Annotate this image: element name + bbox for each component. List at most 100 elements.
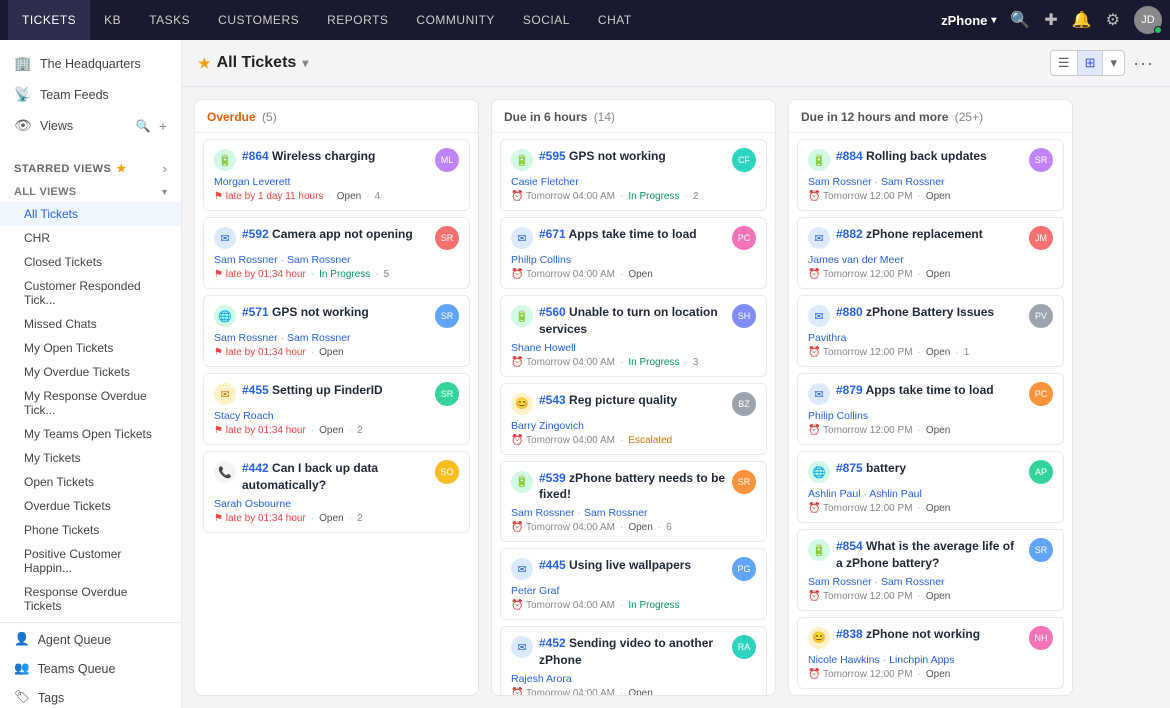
table-row[interactable]: 😊 #838 zPhone not working NH Nicole Hawk… [797, 617, 1064, 689]
notifications-icon[interactable]: 🔔 [1072, 10, 1092, 30]
table-row[interactable]: 🔋 #539 zPhone battery needs to be fixed!… [500, 461, 767, 543]
ticket-meta: ⏰ Tomorrow 12:00 PM ·Open [808, 669, 1053, 680]
ticket-assignee[interactable]: Shane Howell [511, 342, 756, 354]
table-row[interactable]: ✉ #882 zPhone replacement JM James van d… [797, 217, 1064, 289]
view-item-response-overdue[interactable]: Response Overdue Tickets [0, 580, 181, 618]
view-item-my-tickets[interactable]: My Tickets [0, 446, 181, 470]
view-item-overdue-tickets[interactable]: Overdue Tickets [0, 494, 181, 518]
ticket-meta: ⏰ Tomorrow 04:00 AM ·Open [511, 688, 756, 695]
table-row[interactable]: 🔋 #864 Wireless charging ML Morgan Lever… [203, 139, 470, 211]
ticket-type-icon: ✉ [511, 558, 533, 580]
nav-item-reports[interactable]: REPORTS [313, 0, 402, 40]
ticket-assignee[interactable]: Nicole HawkinsLinchpin Apps [808, 654, 1053, 666]
user-avatar[interactable]: JD [1134, 6, 1162, 34]
ticket-assignee[interactable]: Sam RossnerSam Rossner [808, 576, 1053, 588]
ticket-title: #854 What is the average life of a zPhon… [836, 538, 1023, 572]
ticket-assignee[interactable]: Ashlin PaulAshlin Paul [808, 488, 1053, 500]
sidebar-item-agent-queue[interactable]: 👤 Agent Queue [0, 625, 181, 654]
search-views-icon[interactable]: 🔍 [136, 119, 151, 133]
table-row[interactable]: 🔋 #560 Unable to turn on location servic… [500, 295, 767, 377]
ticket-title: #595 GPS not working [539, 148, 666, 165]
view-item-customer-responded[interactable]: Customer Responded Tick... [0, 274, 181, 312]
sidebar-item-headquarters[interactable]: 🏢 The Headquarters [0, 48, 181, 79]
add-view-icon[interactable]: + [159, 118, 167, 134]
nav-item-community[interactable]: COMMUNITY [402, 0, 509, 40]
due-12h-count: (25+) [955, 110, 983, 124]
table-row[interactable]: ✉ #445 Using live wallpapers PG Peter Gr… [500, 548, 767, 620]
sidebar-item-teams-queue[interactable]: 👥 Teams Queue [0, 654, 181, 683]
ticket-assignee[interactable]: Rajesh Arora [511, 673, 756, 685]
avatar: SH [732, 304, 756, 328]
ticket-assignee[interactable]: Barry Zingovich [511, 420, 756, 432]
view-item-missed-chats[interactable]: Missed Chats [0, 312, 181, 336]
view-item-open-tickets[interactable]: Open Tickets [0, 470, 181, 494]
table-row[interactable]: ✉ #879 Apps take time to load PC Philip … [797, 373, 1064, 445]
ticket-assignee[interactable]: Stacy Roach [214, 410, 459, 422]
nav-item-chat[interactable]: CHAT [584, 0, 646, 40]
view-options-button[interactable]: ▾ [1103, 51, 1124, 75]
search-icon[interactable]: 🔍 [1010, 10, 1030, 30]
ticket-meta: ⚑ late by 01:34 hour ·Open [214, 347, 459, 358]
sidebar-item-team-feeds[interactable]: 📡 Team Feeds [0, 79, 181, 110]
ticket-assignee[interactable]: Philip Collins [511, 254, 756, 266]
table-row[interactable]: ✉ #671 Apps take time to load PC Philip … [500, 217, 767, 289]
add-icon[interactable]: ✚ [1044, 10, 1057, 30]
ticket-assignee[interactable]: James van der Meer [808, 254, 1053, 266]
sidebar-item-tags[interactable]: 🏷 Tags [0, 683, 181, 708]
ticket-assignee[interactable]: Peter Graf [511, 585, 756, 597]
ticket-assignee[interactable]: Casie Fletcher [511, 176, 756, 188]
view-item-positive-customer[interactable]: Positive Customer Happin... [0, 542, 181, 580]
starred-views-chevron[interactable]: › [163, 161, 167, 176]
nav-item-social[interactable]: SOCIAL [509, 0, 584, 40]
all-views-chevron-icon[interactable]: ▾ [162, 187, 167, 198]
grid-view-button[interactable]: ⊞ [1078, 51, 1104, 75]
late-indicator: ⚑ late by 01:34 hour [214, 425, 306, 436]
view-item-closed-tickets[interactable]: Closed Tickets [0, 250, 181, 274]
table-row[interactable]: 🔋 #854 What is the average life of a zPh… [797, 529, 1064, 611]
settings-icon[interactable]: ⚙ [1106, 10, 1120, 30]
ticket-assignee[interactable]: Pavithra [808, 332, 1053, 344]
table-row[interactable]: 🔋 #884 Rolling back updates SR Sam Rossn… [797, 139, 1064, 211]
ticket-title: #445 Using live wallpapers [539, 557, 691, 574]
view-item-my-response-overdue[interactable]: My Response Overdue Tick... [0, 384, 181, 422]
nav-item-tickets[interactable]: TICKETS [8, 0, 90, 40]
table-row[interactable]: 🔋 #595 GPS not working CF Casie Fletcher… [500, 139, 767, 211]
nav-item-tasks[interactable]: TASKS [135, 0, 204, 40]
avatar: BZ [732, 392, 756, 416]
view-item-my-teams-open[interactable]: My Teams Open Tickets [0, 422, 181, 446]
more-options-button[interactable]: ··· [1133, 53, 1154, 74]
table-row[interactable]: ✉ #880 zPhone Battery Issues PV Pavithra… [797, 295, 1064, 367]
nav-item-customers[interactable]: CUSTOMERS [204, 0, 313, 40]
table-row[interactable]: ✉ #592 Camera app not opening SR Sam Ros… [203, 217, 470, 289]
table-row[interactable]: ✉ #452 Sending video to another zPhone R… [500, 626, 767, 695]
ticket-title: #838 zPhone not working [836, 626, 980, 643]
ticket-assignee[interactable]: Philip Collins [808, 410, 1053, 422]
table-row[interactable]: 🌐 #875 battery AP Ashlin PaulAshlin Paul… [797, 451, 1064, 523]
table-row[interactable]: 🌐 #571 GPS not working SR Sam RossnerSam… [203, 295, 470, 367]
view-item-phone-tickets[interactable]: Phone Tickets [0, 518, 181, 542]
ticket-assignee[interactable]: Sam RossnerSam Rossner [511, 507, 756, 519]
table-row[interactable]: 📞 #442 Can I back up data automatically?… [203, 451, 470, 533]
view-item-all-tickets[interactable]: All Tickets [0, 202, 181, 226]
ticket-type-icon: ✉ [808, 227, 830, 249]
ticket-assignee[interactable]: Morgan Leverett [214, 176, 459, 188]
ticket-assignee[interactable]: Sam RossnerSam Rossner [214, 332, 459, 344]
content-title[interactable]: ★ All Tickets ▾ [198, 54, 308, 72]
sidebar-item-views[interactable]: 👁 Views 🔍 + [0, 110, 181, 141]
nav-item-kb[interactable]: KB [90, 0, 135, 40]
ticket-assignee[interactable]: Sam RossnerSam Rossner [808, 176, 1053, 188]
ticket-meta: ⏰ Tomorrow 04:00 AM ·Open [511, 269, 756, 280]
table-row[interactable]: ✉ #455 Setting up FinderID SR Stacy Roac… [203, 373, 470, 445]
view-item-my-open-tickets[interactable]: My Open Tickets [0, 336, 181, 360]
ticket-assignee[interactable]: Sam RossnerSam Rossner [214, 254, 459, 266]
nav-right: zPhone ▾ 🔍 ✚ 🔔 ⚙ JD [941, 6, 1162, 34]
view-item-my-overdue-tickets[interactable]: My Overdue Tickets [0, 360, 181, 384]
list-view-button[interactable]: ☰ [1051, 51, 1078, 75]
ticket-meta: ⚑ late by 01:34 hour ·Open ·2 [214, 425, 459, 436]
table-row[interactable]: 😊 #543 Reg picture quality BZ Barry Zing… [500, 383, 767, 455]
view-item-chr[interactable]: CHR [0, 226, 181, 250]
ticket-meta: ⏰ Tomorrow 12:00 PM ·Open [808, 591, 1053, 602]
ticket-type-icon: 🔋 [511, 471, 533, 493]
ticket-meta: ⚑ late by 01:34 hour ·Open ·2 [214, 513, 459, 524]
ticket-assignee[interactable]: Sarah Osbourne [214, 498, 459, 510]
